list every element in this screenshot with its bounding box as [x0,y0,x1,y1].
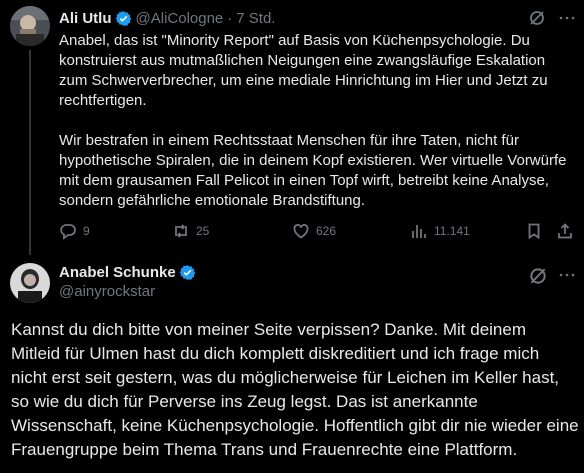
reply-paragraph: Anabel, das ist "Minority Report" auf Ba… [59,32,548,109]
bookmark-icon [528,223,540,240]
verified-badge-icon [115,10,131,26]
avatar[interactable] [10,263,50,303]
views-icon [412,225,426,238]
action-bar: 9 25 626 11.141 [59,222,575,242]
more-icon[interactable] [558,9,576,32]
author-handle[interactable]: @AliCologne [136,10,224,27]
timestamp[interactable]: 7 Std. [236,10,275,27]
author-name[interactable]: Ali Utlu [59,10,112,27]
repost-count: 25 [196,224,210,238]
like-button[interactable]: 626 [292,222,336,240]
views-button[interactable]: 11.141 [410,222,470,240]
reply-text: Anabel, das ist "Minority Report" auf Ba… [59,31,575,211]
author-name[interactable]: Anabel Schunke [59,264,176,281]
reply-icon [60,224,76,240]
views-count: 11.141 [434,224,470,238]
reply-button[interactable]: 9 [59,222,90,240]
thread-line [29,50,31,255]
share-icon [558,223,572,239]
like-count: 626 [316,224,337,238]
reply-paragraph: Wir bestrafen in einem Rechtsstaat Mensc… [59,132,567,209]
separator: · [227,9,233,27]
grok-icon[interactable] [528,9,546,32]
avatar[interactable] [10,6,50,46]
bookmark-button[interactable] [525,222,543,240]
main-tweet-header: Anabel Schunke @ainyrockstar [59,264,196,300]
verified-badge-icon [179,265,196,280]
repost-button[interactable]: 25 [172,222,209,240]
share-button[interactable] [556,222,574,240]
more-icon[interactable] [558,266,576,289]
reply-header: Ali Utlu @AliCologne · 7 Std. [59,8,275,28]
reply-count: 9 [83,224,90,238]
reply-tweet[interactable]: Ali Utlu @AliCologne · 7 Std. Anabel, da… [0,0,584,258]
like-icon [293,224,309,239]
repost-icon [175,224,187,238]
main-tweet-text: Kannst du dich bitte von meiner Seite ve… [11,320,579,459]
grok-icon[interactable] [528,266,548,291]
author-handle[interactable]: @ainyrockstar [59,283,196,300]
